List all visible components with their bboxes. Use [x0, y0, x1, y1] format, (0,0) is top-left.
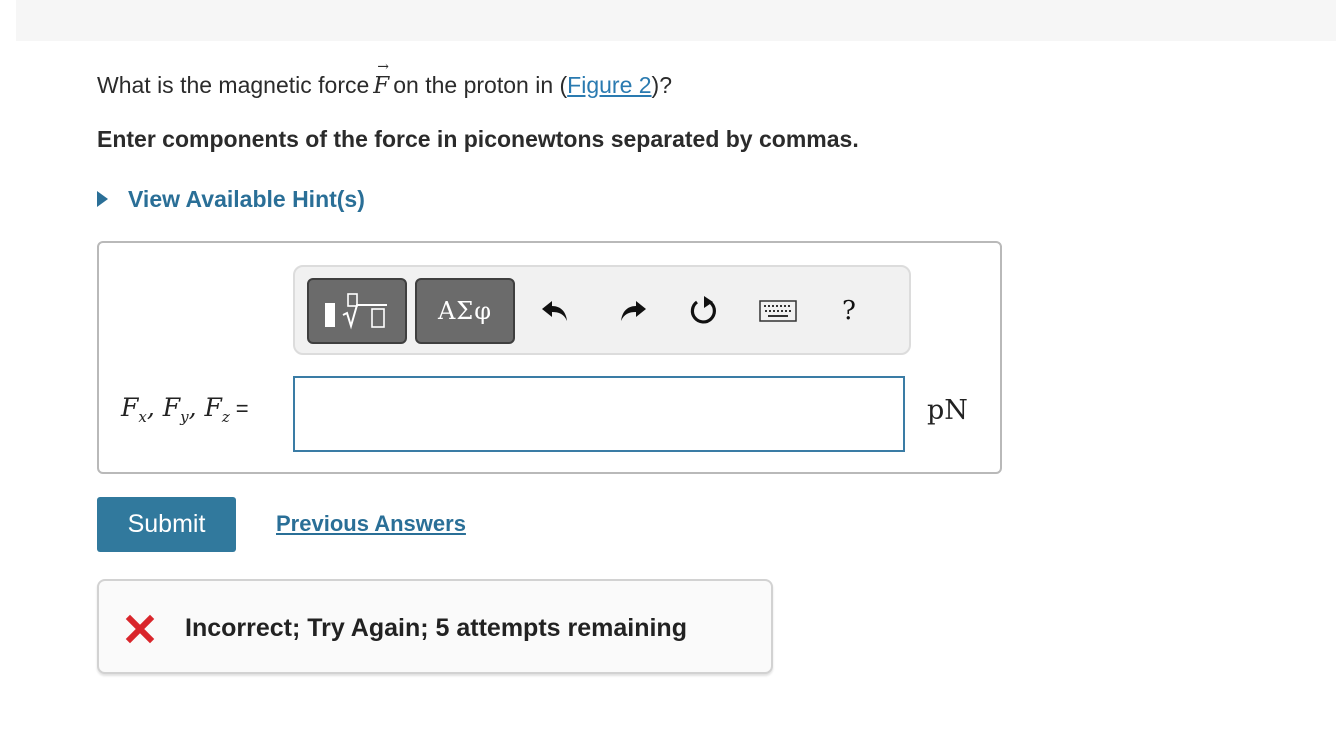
- previous-answers-link[interactable]: Previous Answers: [276, 511, 466, 537]
- answer-box: ΑΣφ ? Fx, Fy, Fz = pN: [97, 241, 1002, 474]
- view-hints-toggle[interactable]: View Available Hint(s): [97, 186, 365, 213]
- hint-label: View Available Hint(s): [128, 186, 365, 212]
- force-symbol: F: [373, 73, 390, 99]
- vector-arrow-icon: →: [377, 59, 390, 75]
- fz-symbol: F: [204, 393, 222, 422]
- fy-subscript: y: [180, 408, 189, 426]
- error-x-icon: [125, 614, 155, 644]
- reset-icon[interactable]: [684, 289, 724, 333]
- separator-2: ,: [188, 393, 205, 422]
- greek-symbols-button[interactable]: ΑΣφ: [415, 278, 515, 344]
- question-suffix: )?: [651, 72, 672, 98]
- fx-symbol: F: [121, 393, 139, 422]
- component-label: Fx, Fy, Fz =: [121, 393, 249, 426]
- question-middle: on the proton in (: [393, 72, 568, 98]
- question-text: What is the magnetic force → Fon the proto…: [97, 59, 672, 99]
- instruction-text: Enter components of the force in piconew…: [97, 126, 859, 152]
- equals-sign: =: [235, 396, 249, 421]
- undo-icon[interactable]: [535, 289, 575, 333]
- fx-subscript: x: [138, 408, 147, 426]
- keyboard-icon[interactable]: [758, 289, 798, 333]
- feedback-message: Incorrect; Try Again; 5 attempts remaini…: [185, 614, 687, 642]
- templates-icon: [325, 293, 387, 330]
- fz-subscript: z: [221, 408, 230, 426]
- separator-1: ,: [146, 393, 163, 422]
- submit-button[interactable]: Submit: [97, 497, 236, 552]
- feedback-box: Incorrect; Try Again; 5 attempts remaini…: [97, 579, 773, 674]
- top-bar: [16, 0, 1336, 41]
- help-icon[interactable]: ?: [829, 289, 869, 333]
- figure-link[interactable]: Figure 2: [567, 72, 651, 98]
- expand-triangle-icon: [97, 190, 108, 207]
- unit-label: pN: [927, 395, 968, 426]
- force-vector-symbol: → F: [373, 59, 390, 99]
- redo-icon[interactable]: [613, 289, 653, 333]
- question-prefix: What is the magnetic force: [97, 72, 370, 98]
- fy-symbol: F: [162, 393, 181, 422]
- answer-input[interactable]: [293, 376, 905, 452]
- templates-button[interactable]: [307, 278, 407, 344]
- math-toolbar: ΑΣφ ?: [293, 265, 911, 355]
